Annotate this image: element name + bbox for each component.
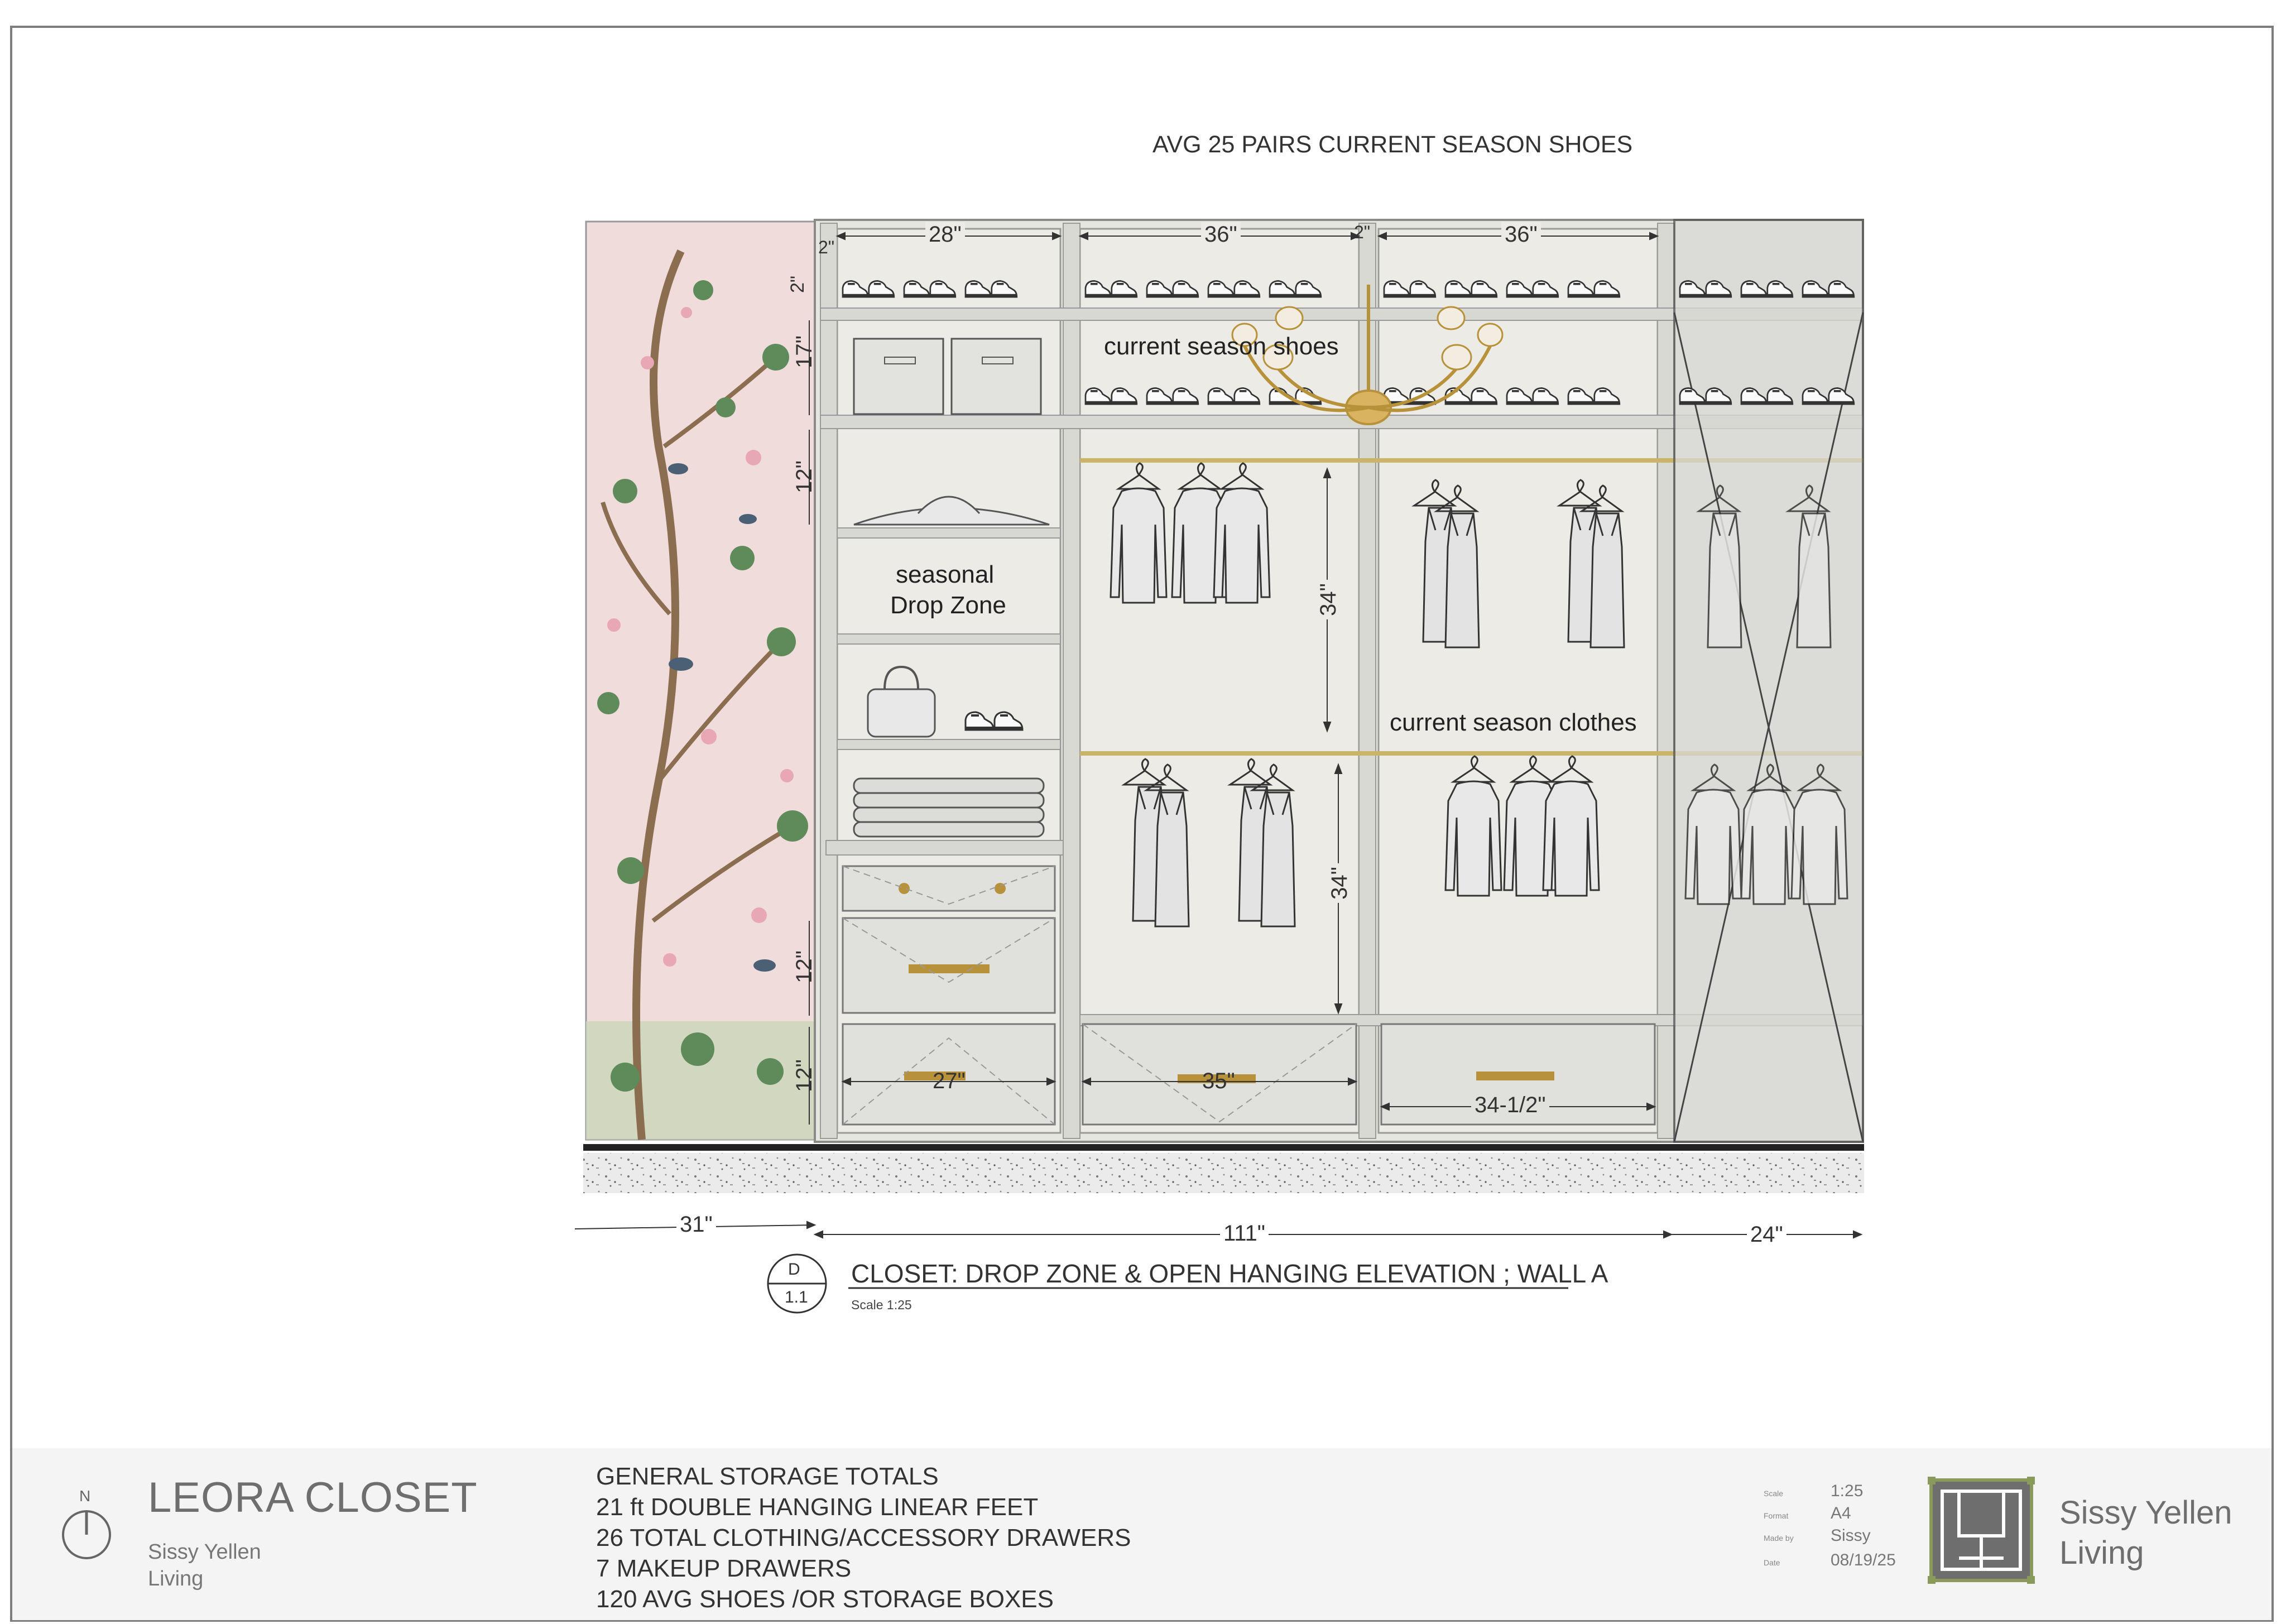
meta-madeby-label: Made by xyxy=(1764,1534,1794,1543)
dim-drawer-34-5: 34-1/2" xyxy=(1471,1093,1549,1118)
brand-name-line1: Sissy Yellen xyxy=(2059,1495,2232,1531)
label-current-season-clothes: current season clothes xyxy=(1390,709,1637,737)
shoes-header-note: AVG 25 PAIRS CURRENT SEASON SHOES xyxy=(1152,131,1633,158)
dim-left-12a: 12" xyxy=(791,460,817,493)
north-label: N xyxy=(79,1487,91,1505)
dim-hang-34-lower: 34" xyxy=(1327,863,1352,903)
dim-drawer-35: 35" xyxy=(1202,1069,1235,1093)
meta-date-label: Date xyxy=(1764,1558,1780,1567)
elevation-scale: Scale 1:25 xyxy=(851,1298,912,1312)
dim-left-17: 17" xyxy=(791,335,817,368)
section-marker-number: 1.1 xyxy=(785,1288,808,1306)
dim-top-2b: 2" xyxy=(1354,222,1371,242)
drawing-sheet: D 1.1 CLOSET: DROP ZONE & OPEN HANGING E… xyxy=(0,0,2286,1624)
folded-sweaters xyxy=(853,777,1045,838)
dim-drawer-27: 27" xyxy=(933,1069,966,1093)
brand-name: Sissy Yellen Living xyxy=(2059,1493,2260,1573)
storage-totals: GENERAL STORAGE TOTALS 21 ft DOUBLE HANG… xyxy=(596,1461,1131,1615)
elevation-caption: CLOSET: DROP ZONE & OPEN HANGING ELEVATI… xyxy=(851,1259,1608,1288)
project-title: LEORA CLOSET xyxy=(148,1474,478,1521)
meta-scale-label: Scale xyxy=(1764,1489,1784,1498)
dim-left-12c: 12" xyxy=(791,1059,817,1092)
meta-scale-value: 1:25 xyxy=(1831,1482,1864,1500)
dim-top-36a: 36" xyxy=(1201,222,1241,247)
company-name-line2: Living xyxy=(148,1567,204,1591)
meta-madeby-value: Sissy xyxy=(1831,1526,1871,1545)
terrazzo-floor xyxy=(583,1144,1864,1193)
dim-bottom-31: 31" xyxy=(676,1212,716,1237)
meta-format-value: A4 xyxy=(1831,1504,1851,1522)
meta-date-value: 08/19/25 xyxy=(1831,1551,1896,1569)
meta-format-label: Format xyxy=(1764,1511,1789,1520)
totals-drawers: 26 TOTAL CLOTHING/ACCESSORY DRAWERS xyxy=(596,1524,1131,1551)
dim-bottom-111: 111" xyxy=(1220,1221,1269,1246)
label-seasonal: seasonal xyxy=(896,561,995,588)
label-drop-zone: Drop Zone xyxy=(890,592,1006,619)
dim-top-2a: 2" xyxy=(818,237,835,257)
dim-hang-34-upper: 34" xyxy=(1315,580,1341,619)
dim-top-36b: 36" xyxy=(1501,222,1541,247)
section-marker-letter: D xyxy=(788,1260,800,1279)
end-panel xyxy=(1673,219,1864,1143)
dim-top-28: 28" xyxy=(925,222,965,247)
closet-elevation xyxy=(574,219,1864,1314)
totals-makeup: 7 MAKEUP DRAWERS xyxy=(596,1555,852,1582)
label-current-season-shoes: current season shoes xyxy=(1104,333,1339,360)
company-name-line1: Sissy Yellen xyxy=(148,1540,261,1564)
brand-logo-icon xyxy=(1928,1477,2035,1584)
dim-left-12b: 12" xyxy=(791,950,817,983)
totals-shoes: 120 AVG SHOES /OR STORAGE BOXES xyxy=(596,1585,1054,1613)
dim-left-2: 2" xyxy=(786,276,808,293)
brand-name-line2: Living xyxy=(2059,1535,2144,1571)
totals-heading: GENERAL STORAGE TOTALS xyxy=(596,1463,939,1490)
dim-bottom-24: 24" xyxy=(1747,1222,1786,1247)
totals-hanging: 21 ft DOUBLE HANGING LINEAR FEET xyxy=(596,1493,1039,1521)
chinoiserie-wallpaper xyxy=(585,220,816,1141)
